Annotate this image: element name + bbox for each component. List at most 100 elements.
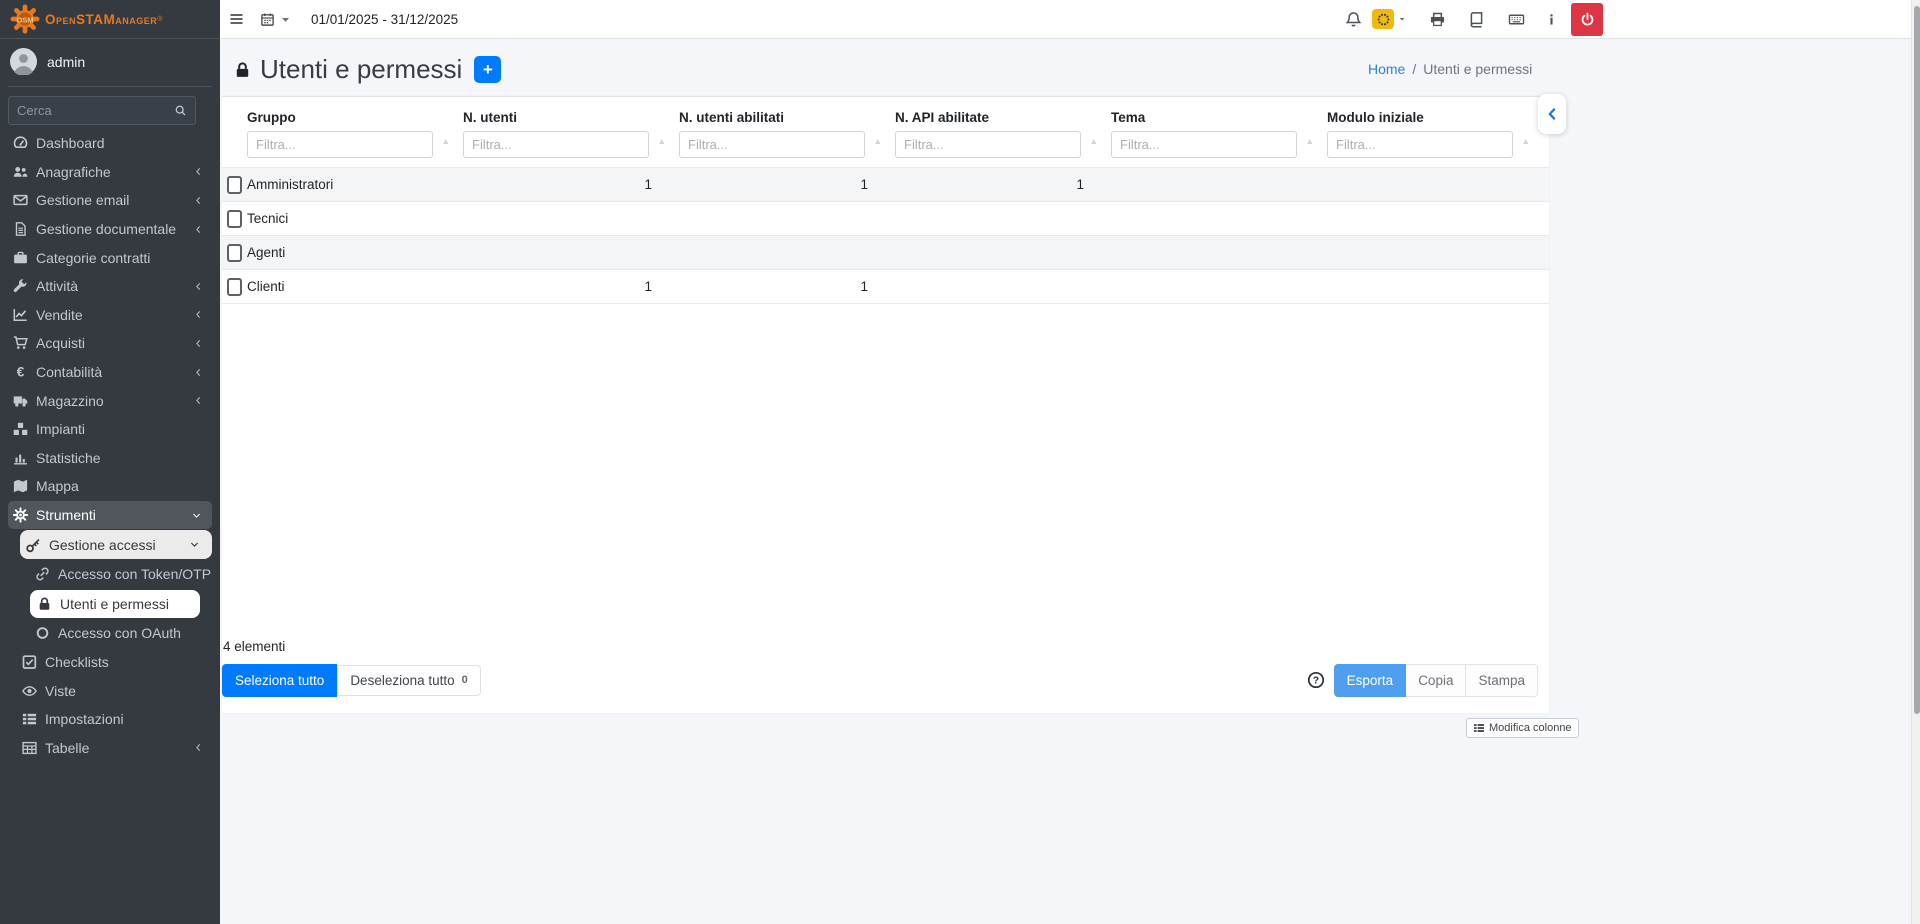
shortcuts-button[interactable]: [1503, 11, 1529, 28]
question-circle-icon[interactable]: ?: [1307, 671, 1325, 689]
sidebar-item-utenti-e-permessi[interactable]: Utenti e permessi: [30, 590, 200, 619]
sidebar-item-impianti[interactable]: Impianti: [0, 415, 220, 444]
filter-input[interactable]: [1111, 131, 1297, 158]
cell-gruppo[interactable]: Agenti: [242, 245, 458, 260]
caret-down-icon: [278, 12, 293, 27]
filter-input[interactable]: [895, 131, 1081, 158]
table-row-tecnici[interactable]: Tecnici: [222, 201, 1549, 235]
sidebar-item-statistiche[interactable]: Statistiche: [0, 444, 220, 473]
export-button[interactable]: Esporta: [1334, 664, 1407, 698]
svg-text:?: ?: [1313, 676, 1319, 687]
chevron-down-icon: [186, 539, 203, 550]
column-label[interactable]: Gruppo: [247, 110, 458, 125]
eye-icon: [21, 683, 38, 699]
chevron-left-icon: [190, 309, 207, 320]
column-label[interactable]: Tema: [1111, 110, 1322, 125]
select-all-button[interactable]: Seleziona tutto: [222, 664, 337, 698]
column-label[interactable]: N. API abilitate: [895, 110, 1106, 125]
hamburger-icon[interactable]: [228, 11, 245, 27]
column-label[interactable]: N. utenti: [463, 110, 674, 125]
sidebar-item-label: Strumenti: [36, 507, 96, 523]
sidebar-item-categorie-contratti[interactable]: Categorie contratti: [0, 243, 220, 272]
table-row-clienti[interactable]: Clienti11: [222, 269, 1549, 304]
emoji-state-selector[interactable]: [1372, 9, 1394, 29]
user-name[interactable]: admin: [47, 54, 85, 70]
sidebar-item-strumenti[interactable]: Strumenti: [8, 501, 212, 530]
checkbox-cell: [222, 244, 242, 262]
column-label[interactable]: Modulo iniziale: [1327, 110, 1538, 125]
row-checkbox[interactable]: [227, 176, 242, 194]
column-label[interactable]: N. utenti abilitati: [679, 110, 890, 125]
sidebar-item-gestione-documentale[interactable]: Gestione documentale: [0, 215, 220, 244]
manual-button[interactable]: [1463, 11, 1489, 28]
sidebar-item-gestione-accessi[interactable]: Gestione accessi: [20, 530, 212, 559]
sort-caret-icon[interactable]: ▲: [658, 136, 666, 146]
cubes-icon: [12, 421, 29, 437]
sidebar-item-dashboard[interactable]: Dashboard: [0, 129, 220, 158]
footer-actions: Seleziona tutto Deseleziona tutto 0 ? Es…: [222, 664, 1538, 698]
sidebar-item-accesso-con-oauth[interactable]: Accesso con OAuth: [0, 619, 220, 648]
deselect-all-label: Deseleziona tutto: [350, 674, 454, 688]
sidebar-item-contabilit-[interactable]: €Contabilità: [0, 358, 220, 387]
sidebar-item-accesso-con-token-otp[interactable]: Accesso con Token/OTP: [0, 560, 220, 589]
brand-link[interactable]: OSM OpenSTAManager®: [0, 0, 220, 39]
filter-input[interactable]: [679, 131, 865, 158]
add-record-button[interactable]: +: [474, 56, 501, 83]
filter-input[interactable]: [1327, 131, 1513, 158]
table-row-agenti[interactable]: Agenti: [222, 235, 1549, 269]
table-row-amministratori[interactable]: Amministratori111: [222, 167, 1549, 201]
sort-caret-icon[interactable]: ▲: [442, 136, 450, 146]
key-icon: [25, 537, 42, 553]
sort-caret-icon[interactable]: ▲: [1090, 136, 1098, 146]
sort-caret-icon[interactable]: ▲: [1522, 136, 1530, 146]
sidebar-item-tabelle[interactable]: Tabelle: [0, 733, 220, 762]
scrollbar-thumb[interactable]: [1914, 6, 1920, 714]
lock-icon: [233, 60, 252, 80]
search-input[interactable]: [8, 96, 166, 125]
avatar: [10, 48, 37, 75]
logout-button[interactable]: [1571, 3, 1603, 36]
period-selector[interactable]: [260, 12, 293, 27]
sidebar-item-viste[interactable]: Viste: [0, 676, 220, 705]
filter-input[interactable]: [247, 131, 433, 158]
export-button-group: Esporta Copia Stampa: [1334, 664, 1538, 698]
info-button[interactable]: [1541, 11, 1561, 28]
date-range[interactable]: 01/01/2025 - 31/12/2025: [311, 12, 458, 27]
notifications-button[interactable]: [1340, 11, 1366, 28]
breadcrumb-home-link[interactable]: Home: [1368, 61, 1405, 77]
row-checkbox[interactable]: [227, 278, 242, 296]
sidebar-item-label: Dashboard: [36, 135, 105, 151]
filter-input[interactable]: [463, 131, 649, 158]
sidebar-item-magazzino[interactable]: Magazzino: [0, 386, 220, 415]
right-panel-toggle[interactable]: [1538, 94, 1566, 134]
footer-right-actions: ? Esporta Copia Stampa: [1307, 664, 1538, 698]
sidebar-item-vendite[interactable]: Vendite: [0, 301, 220, 330]
deselect-all-button[interactable]: Deseleziona tutto 0: [337, 665, 480, 697]
sidebar-item-checklists[interactable]: Checklists: [0, 648, 220, 677]
sidebar-item-anagrafiche[interactable]: Anagrafiche: [0, 158, 220, 187]
checkbox-cell: [222, 210, 242, 228]
bell-icon: [1345, 11, 1362, 28]
caret-down-icon[interactable]: [1397, 14, 1407, 24]
search-button[interactable]: [166, 96, 196, 125]
print-table-button[interactable]: Stampa: [1466, 664, 1538, 698]
search-icon: [174, 104, 187, 117]
copy-button[interactable]: Copia: [1406, 664, 1466, 698]
sidebar-item-attivit-[interactable]: Attività: [0, 272, 220, 301]
sidebar-item-gestione-email[interactable]: Gestione email: [0, 186, 220, 215]
sidebar-item-acquisti[interactable]: Acquisti: [0, 329, 220, 358]
row-checkbox[interactable]: [227, 244, 242, 262]
sidebar-item-impostazioni[interactable]: Impostazioni: [0, 705, 220, 734]
printer-icon: [1429, 11, 1446, 28]
calendar-icon: [260, 12, 275, 27]
sidebar-item-mappa[interactable]: Mappa: [0, 472, 220, 501]
cell-gruppo[interactable]: Amministratori: [242, 177, 458, 192]
row-checkbox[interactable]: [227, 210, 242, 228]
chevron-left-icon: [190, 367, 207, 378]
cell-gruppo[interactable]: Tecnici: [242, 211, 458, 226]
sort-caret-icon[interactable]: ▲: [1306, 136, 1314, 146]
modify-columns-button[interactable]: Modifica colonne: [1466, 718, 1579, 738]
sort-caret-icon[interactable]: ▲: [874, 136, 882, 146]
print-button[interactable]: [1424, 11, 1450, 28]
cell-gruppo[interactable]: Clienti: [242, 279, 458, 294]
